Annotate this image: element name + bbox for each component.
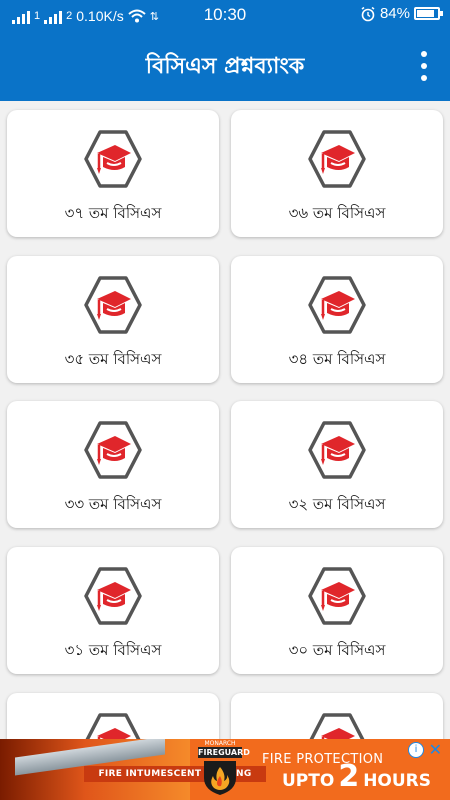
graduation-cap-icon — [309, 713, 365, 739]
graduation-cap-icon — [308, 421, 366, 479]
more-vertical-icon[interactable] — [416, 51, 432, 81]
card-label: ৩৩ তম বিসিএস — [64, 495, 162, 513]
graduation-cap-icon — [84, 276, 142, 334]
card-label: ৩৭ তম বিসিএস — [64, 204, 162, 222]
close-icon[interactable]: ✕ — [429, 740, 442, 759]
ad-logo: MONARCH FIREGUARD — [198, 740, 250, 798]
card-33[interactable]: ৩৩ তম বিসিএস — [7, 401, 219, 528]
card-31[interactable]: ৩১ তম বিসিএস — [7, 547, 219, 674]
graduation-cap-icon — [308, 276, 366, 334]
card-label: ৩৪ তম বিসিএস — [288, 350, 386, 368]
ad-brand-top: MONARCH — [204, 740, 236, 747]
card-32[interactable]: ৩২ তম বিসিএস — [231, 401, 443, 528]
battery-percent: 84% — [379, 5, 410, 22]
status-bar: 1 2 0.10K/s ⇅ 10:30 84% — [0, 0, 450, 31]
card-29[interactable] — [7, 693, 219, 739]
battery-icon — [414, 7, 443, 20]
ad-number: 2 — [338, 759, 360, 794]
graduation-cap-icon — [308, 567, 366, 625]
card-36[interactable]: ৩৬ তম বিসিএস — [231, 110, 443, 237]
card-label: ৩২ তম বিসিএস — [288, 495, 386, 513]
app-bar: বিসিএস প্রশ্নব্যাংক — [0, 31, 450, 101]
info-icon[interactable]: i — [408, 742, 424, 758]
card-35[interactable]: ৩৫ তম বিসিএস — [7, 256, 219, 383]
card-label: ৩৫ তম বিসিএস — [64, 350, 162, 368]
card-30[interactable]: ৩০ তম বিসিএস — [231, 547, 443, 674]
flame-shield-icon — [204, 761, 236, 795]
page-title: বিসিএস প্রশ্নব্যাংক — [145, 54, 305, 79]
card-label: ৩১ তম বিসিএস — [64, 641, 162, 659]
card-label: ৩৬ তম বিসিএস — [288, 204, 386, 222]
ad-upto: UPTO — [282, 771, 335, 791]
graduation-cap-icon — [85, 713, 141, 739]
alarm-icon — [361, 6, 375, 21]
card-37[interactable]: ৩৭ তম বিসিএস — [7, 110, 219, 237]
graduation-cap-icon — [84, 567, 142, 625]
card-label: ৩০ তম বিসিএস — [288, 641, 386, 659]
ad-brand: FIREGUARD — [198, 747, 250, 758]
ad-subheadline: UPTO 2 HOURS — [282, 762, 431, 792]
graduation-cap-icon — [308, 130, 366, 188]
graduation-cap-icon — [84, 130, 142, 188]
card-grid: ৩৭ তম বিসিএস ৩৬ তম বিসিএস ৩৫ তম বিসিএস ৩… — [0, 101, 450, 739]
status-right: 84% — [360, 5, 443, 22]
card-28[interactable] — [231, 693, 443, 739]
card-34[interactable]: ৩৪ তম বিসিএস — [231, 256, 443, 383]
graduation-cap-icon — [84, 421, 142, 479]
ad-hours: HOURS — [363, 771, 432, 791]
